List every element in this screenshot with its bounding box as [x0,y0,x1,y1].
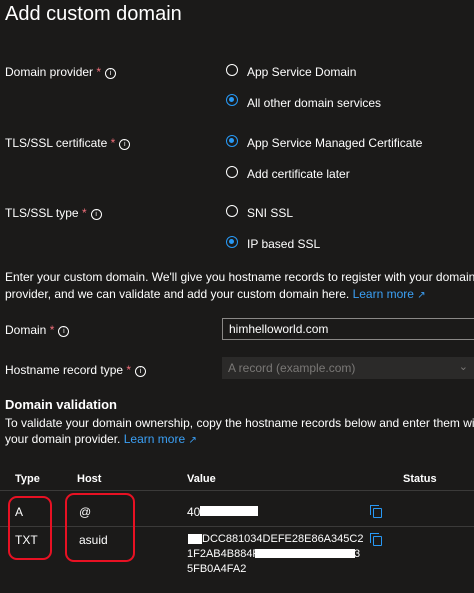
required-mark: * [49,323,55,337]
intro-text-line2: provider, and we can validate and add yo… [5,287,426,301]
option-app-service-domain-label: App Service Domain [247,65,357,79]
learn-more-link[interactable]: Learn more [353,287,414,301]
table-header-divider [0,490,474,491]
tls-type-label: TLS/SSL type * i [5,206,102,220]
option-managed-certificate-label: App Service Managed Certificate [247,136,423,150]
redaction-mark [188,534,202,544]
domain-input[interactable]: himhelloworld.com [222,318,474,340]
column-header-host: Host [77,473,102,485]
copy-icon[interactable] [370,533,382,546]
radio-all-other-domain-services[interactable] [226,94,238,106]
hostname-record-type-label: Hostname record type * i [5,363,147,377]
page-title: Add custom domain [5,3,182,25]
learn-more-link[interactable]: Learn more [124,432,185,446]
radio-app-service-domain[interactable] [226,64,238,76]
info-icon[interactable]: i [135,366,147,377]
hostname-record-type-value: A record (example.com) [228,361,356,375]
validation-text-line2: your domain provider. Learn more ↗ [5,432,197,446]
info-icon[interactable]: i [90,209,102,220]
required-mark: * [96,65,102,79]
domain-provider-label: Domain provider * i [5,65,117,79]
tls-certificate-label: TLS/SSL certificate * i [5,136,131,150]
annotation-circle-host [65,493,135,562]
external-link-icon: ↗ [417,290,426,301]
annotation-circle-type [8,496,52,560]
domain-validation-heading: Domain validation [5,397,117,412]
required-mark: * [81,206,87,220]
value-fragment: 1F2AB4B884F [187,548,260,560]
radio-app-service-managed-certificate[interactable] [226,135,238,147]
redaction-mark [255,549,355,558]
value-fragment: 5FB0A4FA2 [187,563,247,575]
radio-add-certificate-later[interactable] [226,166,238,178]
copy-icon[interactable] [370,505,382,518]
redaction-mark [200,506,258,516]
option-add-certificate-later-label: Add certificate later [247,167,350,181]
info-icon[interactable]: i [58,326,70,337]
required-mark: * [126,363,132,377]
value-fragment: 40 [187,505,201,519]
chevron-down-icon: ⌄ [458,361,468,373]
domain-label: Domain * i [5,323,70,337]
option-all-other-domain-services-label: All other domain services [247,96,382,110]
column-header-status: Status [403,473,437,485]
info-icon[interactable]: i [119,139,131,150]
value-fragment: DCC881034DEFE28E86A345C2 [202,533,364,545]
column-header-type: Type [15,473,40,485]
radio-ip-based-ssl[interactable] [226,236,238,248]
option-ip-based-ssl-label: IP based SSL [247,237,321,251]
external-link-icon: ↗ [188,435,197,446]
option-sni-ssl-label: SNI SSL [247,206,294,220]
required-mark: * [110,136,116,150]
radio-sni-ssl[interactable] [226,205,238,217]
hostname-record-type-select[interactable]: A record (example.com) ⌄ [222,357,474,379]
info-icon[interactable]: i [105,68,117,79]
column-header-value: Value [187,473,216,485]
